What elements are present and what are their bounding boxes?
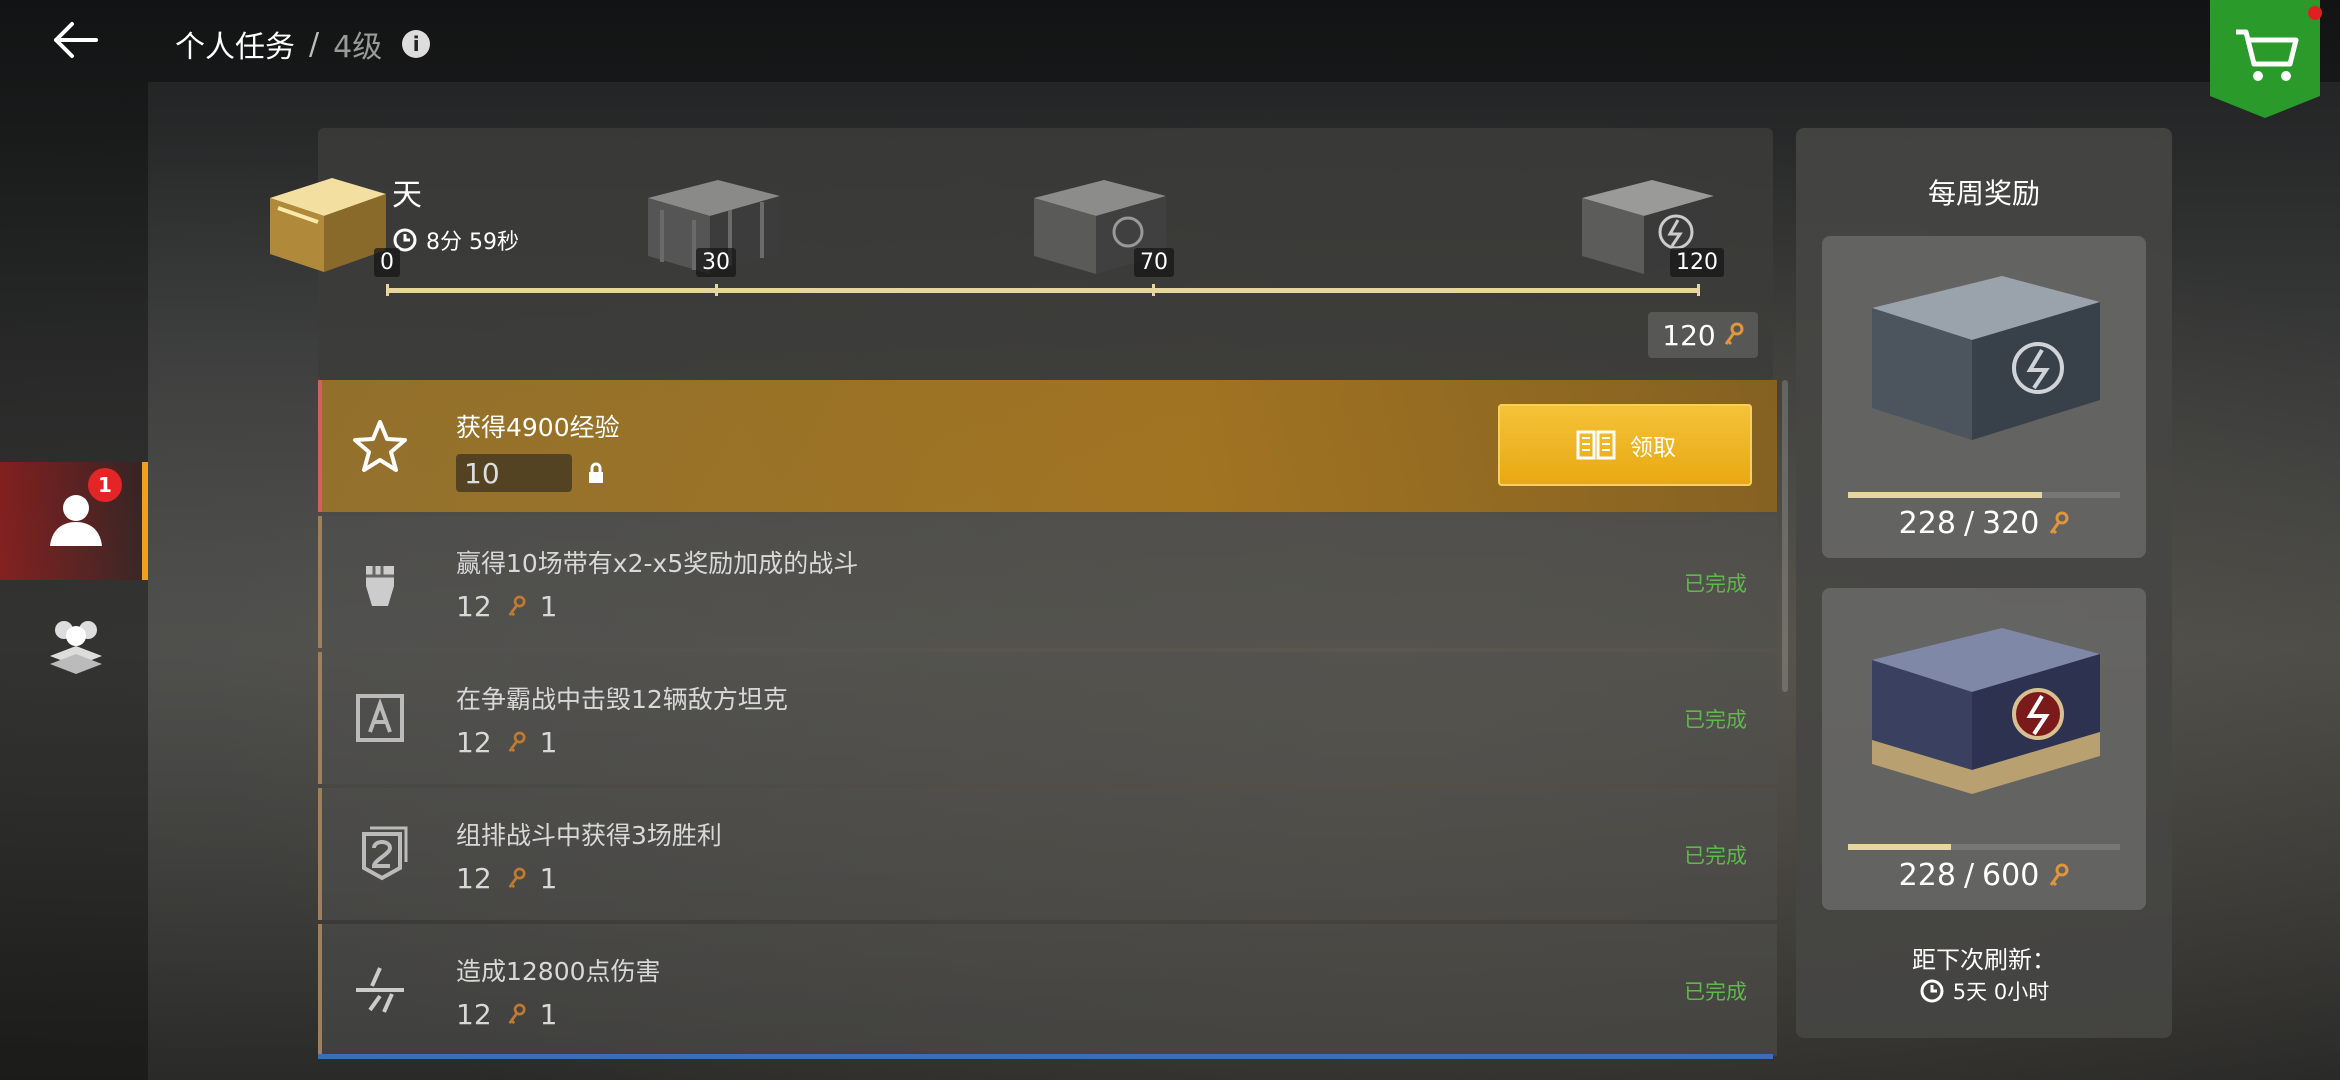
milestone-label: 70 [1134, 248, 1174, 277]
milestone-label: 120 [1670, 248, 1724, 277]
star-icon [353, 420, 407, 472]
reward-current: 228 [1898, 858, 1956, 893]
key-icon [2050, 863, 2069, 886]
key-icon [508, 731, 526, 752]
task-title: 赢得10场带有x2-x5奖励加成的战斗 [456, 549, 859, 578]
timer-text: 8分 59秒 [426, 230, 519, 255]
letter-a-icon [356, 694, 404, 742]
milestone-label: 30 [696, 248, 736, 277]
milestone-tick [386, 284, 389, 296]
reward-value: 12 [456, 590, 492, 623]
task-title: 造成12800点伤害 [456, 957, 661, 986]
task-progress: 10 [456, 454, 606, 492]
breadcrumb: 个人任务 / 4级 i [175, 22, 431, 66]
golden-crate-icon[interactable] [262, 168, 392, 282]
day-label: 天 [392, 178, 422, 213]
total-keys-value: 120 [1662, 318, 1716, 352]
sidebar [0, 82, 148, 1080]
info-icon[interactable]: i [402, 30, 431, 58]
back-arrow-icon[interactable] [52, 18, 100, 62]
task-item: 组排战斗中获得3场胜利 12 1 已完成 [318, 788, 1777, 920]
task-title: 获得4900经验 [456, 413, 620, 442]
reward-progress-fill [1848, 492, 2042, 498]
reward-value: 12 [456, 726, 492, 759]
breadcrumb-separator: / [309, 26, 320, 62]
task-status: 已完成 [1684, 572, 1747, 596]
task-status: 已完成 [1684, 980, 1747, 1004]
milestone-label: 0 [374, 248, 400, 277]
key-icon [508, 595, 526, 616]
refresh-time-text: 5天 0小时 [1952, 980, 2050, 1004]
fist-icon [366, 566, 394, 606]
weekly-reward-card[interactable]: 228 / 600 [1822, 588, 2146, 910]
book-icon [1576, 430, 1616, 460]
steel-crate-icon [1872, 276, 2100, 440]
milestone-tick [1697, 284, 1700, 296]
shop-button[interactable] [2210, 0, 2320, 118]
reward-value: 10 [464, 456, 500, 490]
reward-current: 228 [1898, 506, 1956, 541]
damage-icon [356, 967, 404, 1013]
task-item: 造成12800点伤害 12 1 已完成 [318, 924, 1777, 1056]
level-label: 4级 [333, 30, 383, 65]
task-progress: 12 1 [456, 590, 557, 623]
reward-value-box: 10 [456, 454, 572, 492]
page-title: 个人任务 [175, 30, 295, 65]
task-status: 已完成 [1684, 844, 1747, 868]
total-keys-display: 120 [1648, 312, 1758, 358]
task-title: 在争霸战中击毁12辆敌方坦克 [456, 685, 788, 714]
milestone-progress-line [386, 288, 1700, 293]
notification-badge: 1 [88, 468, 122, 502]
task-title: 组排战斗中获得3场胜利 [456, 821, 722, 850]
task-progress: 12 1 [456, 726, 557, 759]
reward-separator: / [1963, 506, 1975, 541]
task-item: 获得4900经验 10 领取 [318, 380, 1777, 512]
task-scrollbar[interactable] [1782, 380, 1788, 692]
task-count: 1 [539, 998, 558, 1031]
task-progress: 12 1 [456, 998, 557, 1031]
clan-icon[interactable] [44, 612, 108, 676]
task-item: 在争霸战中击毁12辆敌方坦克 12 1 已完成 [318, 652, 1777, 784]
reward-target: 600 [1982, 858, 2040, 893]
claim-button[interactable]: 领取 [1498, 404, 1752, 486]
platoon-2-icon [362, 826, 408, 881]
task-count: 1 [539, 726, 558, 759]
reward-value: 12 [456, 862, 492, 895]
countdown-timer: 8分 59秒 [392, 224, 519, 256]
clock-icon [1920, 979, 1944, 1003]
premium-crate-icon [1872, 628, 2100, 794]
reward-target: 320 [1982, 506, 2040, 541]
reward-progress-text: 228 / 320 [1822, 506, 2146, 541]
weekly-title: 每周奖励 [1927, 177, 2040, 210]
milestone-tick [1152, 284, 1155, 296]
key-icon [508, 1003, 526, 1024]
task-list: 获得4900经验 10 领取 赢得10场带有x2-x5奖励加成的战斗 12 1 … [318, 380, 1777, 1058]
task-progress: 12 1 [456, 862, 557, 895]
milestone-tick [715, 284, 718, 296]
task-count: 1 [539, 862, 558, 895]
list-bottom-edge [318, 1054, 1773, 1059]
key-icon [2050, 511, 2069, 534]
weekly-reward-card[interactable]: 228 / 320 [1822, 236, 2146, 558]
reward-value: 12 [456, 998, 492, 1031]
refresh-countdown: 5天 0小时 [1796, 976, 2172, 1006]
task-item: 赢得10场带有x2-x5奖励加成的战斗 12 1 已完成 [318, 516, 1777, 648]
reward-progress-text: 228 / 600 [1822, 858, 2146, 893]
refresh-label: 距下次刷新： [1912, 946, 2056, 974]
key-icon [508, 867, 526, 888]
sidebar-active-indicator [142, 462, 148, 580]
reward-progress-fill [1848, 844, 1951, 850]
task-status: 已完成 [1684, 708, 1747, 732]
key-icon [1724, 322, 1744, 346]
task-count: 1 [539, 590, 558, 623]
shop-notification-dot [2308, 6, 2322, 20]
reward-separator: / [1963, 858, 1975, 893]
lock-icon [589, 462, 603, 483]
claim-label: 领取 [1630, 435, 1676, 461]
